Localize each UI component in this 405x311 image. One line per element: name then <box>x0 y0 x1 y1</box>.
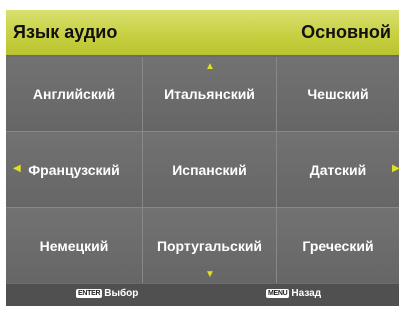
audio-language-menu: Язык аудио Основной Английский Итальянск… <box>6 10 400 306</box>
arrow-down-icon[interactable]: ▼ <box>205 270 215 280</box>
language-option-english[interactable]: Английский <box>6 57 143 132</box>
menu-title: Язык аудио <box>13 22 118 42</box>
enter-hint: ENTER Выбор <box>76 288 138 299</box>
menu-key-icon: MENU <box>266 289 290 298</box>
language-grid: Английский Итальянский Чешский Французск… <box>6 57 399 283</box>
arrow-right-icon[interactable]: ▶ <box>392 164 400 174</box>
current-audio-language: Основной <box>301 22 391 42</box>
menu-footer: ENTER Выбор MENU Назад <box>6 284 399 306</box>
language-option-danish[interactable]: Датский <box>277 132 399 208</box>
enter-key-icon: ENTER <box>76 289 103 298</box>
menu-label: Назад <box>291 288 322 299</box>
language-option-french[interactable]: Французский <box>6 132 143 208</box>
menu-hint: MENU Назад <box>266 288 321 299</box>
arrow-left-icon[interactable]: ◀ <box>13 164 21 174</box>
language-option-spanish[interactable]: Испанский <box>143 132 277 208</box>
language-option-greek[interactable]: Греческий <box>277 208 399 283</box>
arrow-up-icon[interactable]: ▲ <box>205 62 215 72</box>
menu-header: Язык аудио Основной <box>6 10 399 55</box>
language-option-german[interactable]: Немецкий <box>6 208 143 283</box>
enter-label: Выбор <box>104 288 139 299</box>
language-option-czech[interactable]: Чешский <box>277 57 399 132</box>
